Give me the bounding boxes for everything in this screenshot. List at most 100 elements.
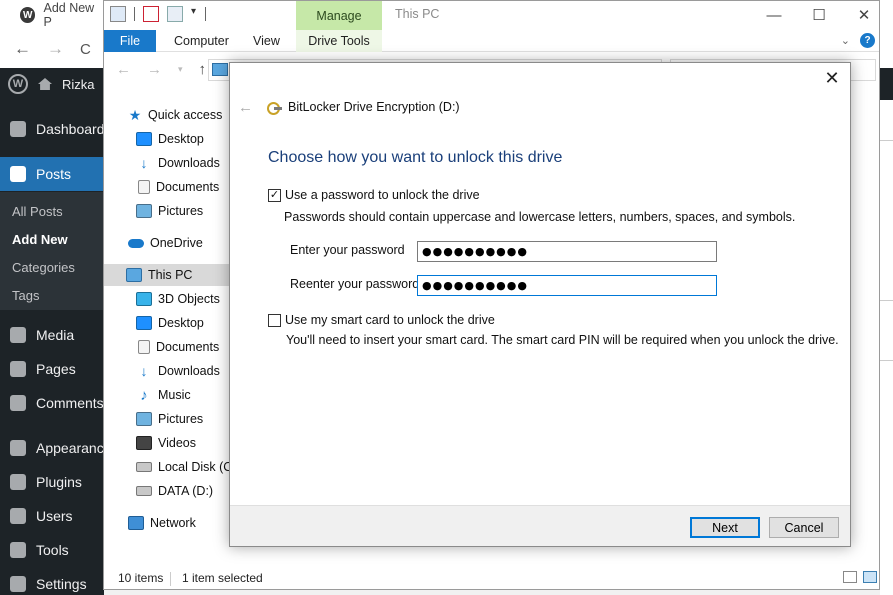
appearance-icon: [10, 440, 26, 456]
home-icon[interactable]: [38, 78, 52, 90]
site-name[interactable]: Rizka: [62, 77, 95, 92]
up-arrow-icon[interactable]: ↑: [199, 61, 207, 78]
wp-menu-dashboard[interactable]: Dashboard: [0, 112, 105, 146]
nav-documents-pc[interactable]: Documents: [138, 336, 219, 358]
close-icon[interactable]: ✕: [822, 67, 842, 89]
explorer-title-bar: ▾ Manage This PC — ☐ ✕: [104, 1, 879, 30]
ribbon-tabs: File Computer View Drive Tools ⌄ ?: [104, 30, 879, 52]
wp-sub-tags[interactable]: Tags: [12, 288, 39, 303]
nav-label: This PC: [148, 268, 193, 282]
enter-password-label: Enter your password: [290, 243, 405, 257]
nav-pictures[interactable]: Pictures: [136, 200, 203, 222]
wp-menu-label: Dashboard: [36, 121, 105, 137]
chevron-down-icon[interactable]: ⌄: [841, 34, 850, 47]
wp-sub-all-posts[interactable]: All Posts: [12, 204, 63, 219]
nav-label: Pictures: [158, 412, 204, 426]
help-icon[interactable]: ?: [860, 33, 875, 48]
wp-menu-posts[interactable]: Posts: [0, 157, 104, 191]
close-icon[interactable]: ✕: [841, 3, 887, 27]
forward-arrow-icon[interactable]: →: [147, 61, 162, 78]
nav-3d-objects[interactable]: 3D Objects: [136, 288, 220, 310]
wp-menu-label: Media: [36, 327, 75, 343]
tab-file[interactable]: File: [104, 30, 156, 52]
nav-onedrive[interactable]: OneDrive: [128, 232, 203, 254]
smartcard-option[interactable]: Use my smart card to unlock the drive: [268, 313, 495, 327]
reload-icon[interactable]: C: [80, 41, 91, 58]
nav-label: Music: [158, 388, 191, 402]
nav-network[interactable]: Network: [128, 512, 196, 534]
wp-menu-label: Pages: [36, 361, 76, 377]
wp-sidebar: Dashboard Posts All Posts Add New Catego…: [0, 100, 112, 595]
nav-desktop[interactable]: Desktop: [136, 128, 204, 150]
nav-label: Documents: [156, 180, 220, 194]
browser-tab[interactable]: W Add New P: [0, 0, 104, 30]
nav-label: Downloads: [158, 156, 220, 170]
wp-menu-label: Posts: [36, 166, 72, 182]
nav-label: Pictures: [158, 204, 204, 218]
item-count: 10 items: [118, 571, 164, 585]
smartcard-checkbox[interactable]: [268, 313, 281, 327]
nav-label: Documents: [156, 340, 220, 354]
nav-documents[interactable]: Documents: [138, 176, 219, 198]
wp-menu-users[interactable]: Users: [0, 499, 104, 533]
nav-label: 3D Objects: [158, 292, 220, 306]
wp-sub-categories[interactable]: Categories: [12, 260, 75, 275]
wp-menu-plugins[interactable]: Plugins: [0, 465, 104, 499]
wp-menu-pages[interactable]: Pages: [0, 352, 104, 386]
smartcard-option-label: Use my smart card to unlock the drive: [285, 313, 495, 327]
password-option-label: Use a password to unlock the drive: [285, 188, 480, 202]
nav-downloads[interactable]: ↓ Downloads: [136, 152, 220, 174]
wp-menu-media[interactable]: Media: [0, 318, 104, 352]
wp-sub-add-new[interactable]: Add New: [12, 232, 68, 247]
wp-menu-label: Users: [36, 508, 73, 524]
password-checkbox[interactable]: ✓: [268, 188, 281, 202]
customize-toolbar-icon[interactable]: ▾: [191, 6, 197, 22]
large-icons-view-icon[interactable]: [863, 571, 877, 583]
cancel-button[interactable]: Cancel: [769, 517, 839, 538]
nav-downloads-pc[interactable]: ↓ Downloads: [136, 360, 220, 382]
wp-menu-tools[interactable]: Tools: [0, 533, 104, 567]
back-arrow-icon[interactable]: ←: [238, 99, 253, 116]
nav-music[interactable]: ♪ Music: [136, 384, 191, 406]
divider: [880, 300, 893, 301]
wp-menu-appearance[interactable]: Appearance: [0, 431, 112, 465]
desktop-icon: [136, 132, 152, 146]
tab-computer[interactable]: Computer: [174, 30, 229, 52]
next-button[interactable]: Next: [690, 517, 760, 538]
nav-this-pc[interactable]: This PC: [104, 264, 230, 286]
computer-icon: [126, 268, 142, 282]
computer-icon[interactable]: [110, 6, 126, 22]
nav-data-d[interactable]: DATA (D:): [136, 480, 213, 502]
nav-pictures-pc[interactable]: Pictures: [136, 408, 203, 430]
chevron-down-icon[interactable]: ▾: [178, 64, 183, 75]
tab-drive-tools[interactable]: Drive Tools: [296, 30, 382, 52]
divider: [170, 572, 171, 586]
divider: [134, 7, 135, 21]
document-icon: [138, 180, 150, 194]
wp-menu-comments[interactable]: Comments: [0, 386, 104, 420]
wp-menu-settings[interactable]: Settings: [0, 567, 104, 595]
password-option[interactable]: ✓ Use a password to unlock the drive: [268, 188, 480, 202]
nav-local-disk-c[interactable]: Local Disk (C:): [136, 456, 240, 478]
wordpress-logo-icon[interactable]: W: [8, 74, 28, 94]
nav-desktop-pc[interactable]: Desktop: [136, 312, 204, 334]
quick-access-toolbar: ▾: [110, 5, 206, 23]
new-folder-icon[interactable]: [167, 6, 183, 22]
enter-password-field[interactable]: [417, 241, 717, 262]
maximize-icon[interactable]: ☐: [796, 3, 842, 27]
tab-view[interactable]: View: [253, 30, 280, 52]
desktop-icon: [136, 316, 152, 330]
forward-arrow-icon[interactable]: →: [47, 39, 64, 59]
back-arrow-icon[interactable]: ←: [14, 39, 31, 59]
details-view-icon[interactable]: [843, 571, 857, 583]
nav-label: Videos: [158, 436, 196, 450]
back-arrow-icon[interactable]: ←: [116, 61, 131, 78]
nav-videos[interactable]: Videos: [136, 432, 196, 454]
minimize-icon[interactable]: —: [751, 3, 797, 27]
nav-quick-access[interactable]: ★ Quick access: [128, 104, 223, 126]
properties-icon[interactable]: [143, 6, 159, 22]
reenter-password-field[interactable]: [417, 275, 717, 296]
tab-manage[interactable]: Manage: [296, 1, 382, 30]
reenter-password-label: Reenter your password: [290, 277, 420, 291]
nav-label: Desktop: [158, 316, 204, 330]
